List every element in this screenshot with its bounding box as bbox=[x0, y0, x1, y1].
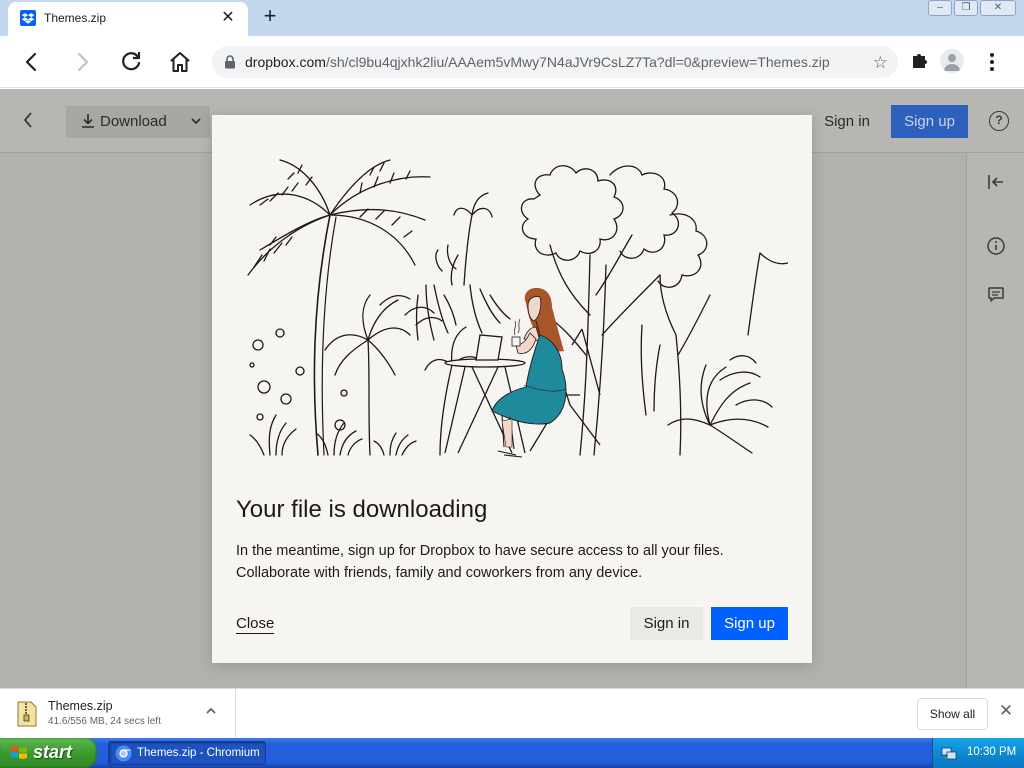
clock: 10:30 PM bbox=[967, 746, 1017, 758]
back-icon[interactable] bbox=[18, 48, 46, 76]
chromium-icon bbox=[115, 745, 132, 762]
restore-icon[interactable]: ❐ bbox=[954, 0, 978, 16]
tab-themes-zip[interactable]: Themes.zip ✕ bbox=[8, 2, 248, 36]
help-icon[interactable]: ? bbox=[989, 111, 1009, 131]
profile-icon[interactable] bbox=[940, 49, 964, 73]
window-close-icon[interactable]: ✕ bbox=[980, 0, 1016, 16]
window-controls: – ❐ ✕ bbox=[928, 0, 1016, 16]
taskbar-item-label: Themes.zip - Chromium bbox=[137, 747, 260, 759]
garden-illustration bbox=[247, 159, 788, 458]
minimize-icon[interactable]: – bbox=[928, 0, 952, 16]
chevron-up-icon[interactable] bbox=[204, 704, 218, 721]
menu-icon[interactable] bbox=[982, 50, 1002, 74]
tab-close-icon[interactable]: ✕ bbox=[218, 8, 238, 28]
url-path: /sh/cl9bu4qjxhk2liu/AAAem5vMwy7N4aJVr9Cs… bbox=[325, 54, 830, 70]
windows-taskbar: start Themes.zip - Chromium 10:30 PM bbox=[0, 738, 1024, 768]
download-label: Download bbox=[100, 113, 167, 130]
dropbox-favicon-icon bbox=[20, 10, 36, 26]
start-button[interactable]: start bbox=[0, 738, 97, 768]
page-signin-button[interactable]: Sign in bbox=[812, 106, 882, 138]
network-icon[interactable] bbox=[941, 745, 957, 761]
download-modal: Your file is downloading In the meantime… bbox=[212, 115, 812, 663]
lock-icon[interactable] bbox=[224, 55, 236, 74]
download-shelf: Themes.zip 41.6/556 MB, 24 secs left Sho… bbox=[0, 688, 1024, 739]
modal-title: Your file is downloading bbox=[236, 496, 488, 523]
shelf-close-icon[interactable]: ✕ bbox=[996, 701, 1016, 721]
download-icon bbox=[80, 113, 96, 134]
tab-title: Themes.zip bbox=[44, 11, 107, 25]
start-label: start bbox=[33, 742, 73, 762]
reload-icon[interactable] bbox=[117, 48, 145, 76]
browser-toolbar: dropbox.com/sh/cl9bu4qjxhk2liu/AAAem5vMw… bbox=[0, 36, 1024, 88]
new-tab-icon[interactable]: + bbox=[258, 4, 282, 28]
download-button[interactable]: Download bbox=[66, 106, 210, 138]
modal-body-line-2: Collaborate with friends, family and cow… bbox=[236, 565, 643, 581]
modal-body: In the meantime, sign up for Dropbox to … bbox=[236, 540, 796, 584]
right-rail bbox=[966, 153, 1024, 688]
extensions-icon[interactable] bbox=[910, 50, 930, 75]
download-status: 41.6/556 MB, 24 secs left bbox=[48, 716, 161, 727]
download-item[interactable]: Themes.zip 41.6/556 MB, 24 secs left bbox=[0, 689, 236, 739]
windows-logo-icon bbox=[10, 745, 28, 761]
star-icon[interactable]: ☆ bbox=[873, 53, 888, 73]
system-tray: 10:30 PM bbox=[932, 738, 1024, 768]
modal-body-line-1: In the meantime, sign up for Dropbox to … bbox=[236, 543, 724, 559]
url-host: dropbox.com bbox=[245, 54, 326, 70]
comment-icon[interactable] bbox=[985, 283, 1007, 305]
page-signup-button[interactable]: Sign up bbox=[891, 105, 968, 138]
zip-file-icon bbox=[16, 701, 38, 727]
taskbar-item-chromium[interactable]: Themes.zip - Chromium bbox=[108, 741, 266, 765]
info-icon[interactable] bbox=[985, 235, 1007, 257]
url-text: dropbox.com/sh/cl9bu4qjxhk2liu/AAAem5vMw… bbox=[245, 54, 830, 70]
collapse-panel-icon[interactable] bbox=[985, 171, 1007, 193]
forward-icon[interactable] bbox=[68, 48, 96, 76]
chevron-down-icon[interactable] bbox=[190, 111, 202, 134]
show-all-button[interactable]: Show all bbox=[917, 698, 988, 730]
download-file-name: Themes.zip bbox=[48, 699, 113, 713]
modal-signin-button[interactable]: Sign in bbox=[630, 607, 703, 640]
modal-close-link[interactable]: Close bbox=[236, 615, 275, 634]
page-back-icon[interactable] bbox=[22, 111, 34, 134]
modal-signup-button[interactable]: Sign up bbox=[711, 607, 788, 640]
address-bar[interactable]: dropbox.com/sh/cl9bu4qjxhk2liu/AAAem5vMw… bbox=[212, 46, 898, 78]
home-icon[interactable] bbox=[166, 48, 194, 76]
tab-strip: Themes.zip ✕ + – ❐ ✕ bbox=[0, 0, 1024, 36]
